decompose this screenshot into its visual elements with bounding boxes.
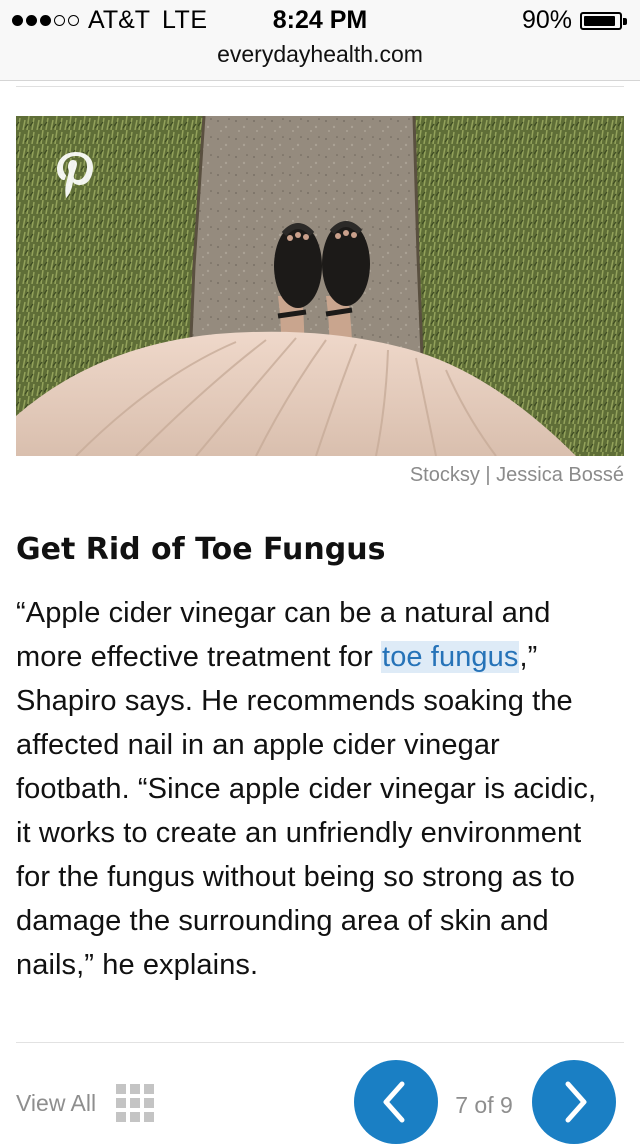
chevron-left-icon	[383, 1081, 405, 1123]
grid-cell	[144, 1084, 154, 1094]
grid-cell	[130, 1112, 140, 1122]
chevron-right-icon	[565, 1081, 587, 1123]
url-text[interactable]: everydayhealth.com	[217, 41, 423, 67]
grid-cell	[116, 1084, 126, 1094]
pinterest-save-button[interactable]	[46, 144, 106, 204]
battery-icon	[580, 12, 628, 30]
photo-credit: Stocksy | Jessica Bossé	[409, 464, 624, 486]
article-image	[16, 116, 624, 456]
divider	[16, 86, 624, 87]
article-body: “Apple cider vinegar can be a natural an…	[16, 591, 616, 987]
previous-slide-button[interactable]	[354, 1060, 438, 1144]
divider	[16, 1042, 624, 1043]
pinterest-icon	[57, 152, 93, 198]
body-text-end: ,” Shapiro says. He recommends soaking t…	[16, 641, 597, 981]
next-slide-button[interactable]	[532, 1060, 616, 1144]
grid-cell	[144, 1098, 154, 1108]
grid-cell	[116, 1098, 126, 1108]
view-all-link[interactable]: View All	[16, 1089, 96, 1117]
battery-fill	[584, 16, 615, 26]
photo-feet-on-path	[16, 116, 624, 456]
slide-position: 7 of 9	[455, 1092, 513, 1118]
grid-cell	[144, 1112, 154, 1122]
battery-tip	[623, 18, 627, 25]
grid-icon[interactable]	[116, 1084, 154, 1122]
article-title: Get Rid of Toe Fungus	[16, 532, 386, 567]
battery-percent: 90%	[521, 6, 572, 34]
address-bar[interactable]: everydayhealth.com	[0, 40, 640, 81]
grid-cell	[130, 1084, 140, 1094]
status-bar: AT&T LTE 8:24 PM 90%	[0, 0, 640, 40]
grid-cell	[130, 1098, 140, 1108]
grid-cell	[116, 1112, 126, 1122]
battery-body	[580, 12, 622, 30]
toe-fungus-link[interactable]: toe fungus	[381, 641, 520, 673]
